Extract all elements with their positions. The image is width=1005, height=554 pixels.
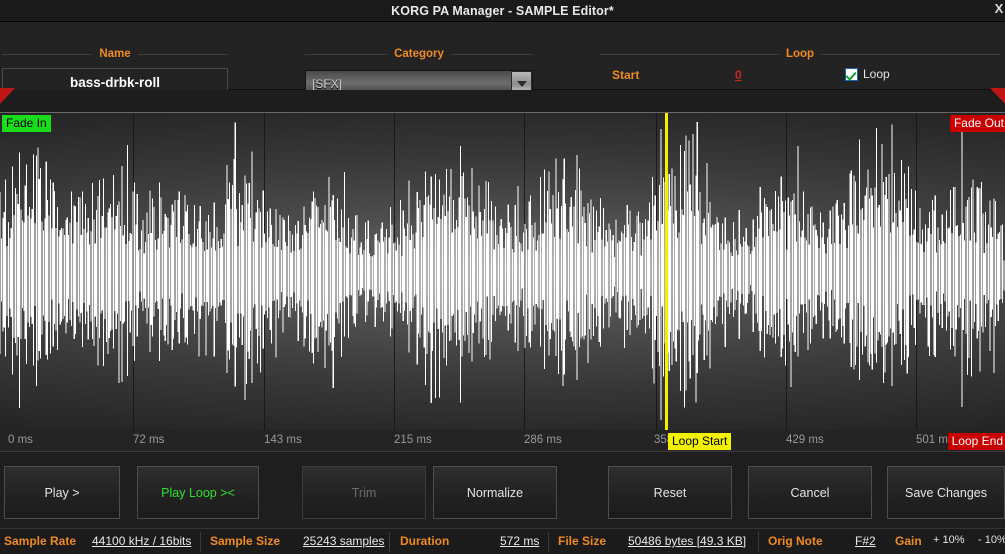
header-panel: Name bass-drbk-roll Category [SFX] Loop … <box>0 22 1005 108</box>
status-bar: Sample Rate 44100 kHz / 16bits Sample Si… <box>0 528 1005 554</box>
sample-name-value: bass-drbk-roll <box>69 74 161 90</box>
sample-size-value[interactable]: 25243 samples <box>303 534 384 548</box>
duration-value[interactable]: 572 ms <box>500 534 539 548</box>
window-title: KORG PA Manager - SAMPLE Editor* <box>391 3 614 18</box>
gain-decrease-button[interactable]: - 10% <box>978 534 1005 546</box>
time-axis-tick: 429 ms <box>786 434 824 446</box>
loop-start-marker-label[interactable]: Loop Start <box>668 433 732 450</box>
status-divider <box>389 532 390 552</box>
fade-in-handle-icon[interactable] <box>0 88 15 106</box>
orig-note-value[interactable]: F#2 <box>855 534 876 548</box>
time-axis-tick: 143 ms <box>264 434 302 446</box>
legend-divider-left <box>600 53 779 55</box>
loop-checkbox-label: Loop <box>863 67 890 81</box>
reset-button[interactable]: Reset <box>608 466 732 519</box>
time-axis-tick: 72 ms <box>133 434 165 446</box>
action-button-row: Play > Play Loop >< Trim Normalize Reset Canc… <box>0 462 1005 524</box>
status-divider <box>758 532 759 552</box>
status-divider <box>548 532 549 552</box>
gain-increase-button[interactable]: + 10% <box>933 534 965 546</box>
gain-label: Gain <box>895 534 922 548</box>
legend-divider-left <box>305 53 388 55</box>
legend-divider-right <box>137 53 229 55</box>
close-icon[interactable]: X <box>991 1 1005 16</box>
legend-divider-right <box>821 53 1001 55</box>
chevron-down-glyph <box>516 81 527 87</box>
orig-note-label: Orig Note <box>768 534 823 548</box>
loop-end-marker-label[interactable]: Loop End <box>947 433 1005 450</box>
start-label: Start <box>612 68 640 82</box>
play-button[interactable]: Play > <box>4 466 120 519</box>
fade-out-handle-icon[interactable] <box>990 88 1005 106</box>
loop-group-legend: Loop <box>600 48 1001 60</box>
save-changes-button[interactable]: Save Changes <box>887 466 1005 519</box>
category-value: [SFX] <box>312 77 343 91</box>
file-size-label: File Size <box>558 534 607 548</box>
file-size-value[interactable]: 50486 bytes [49.3 KB] <box>628 534 746 548</box>
category-group-label: Category <box>394 48 444 60</box>
sample-editor-window: KORG PA Manager - SAMPLE Editor* X Name … <box>0 0 1005 554</box>
name-group-label: Name <box>99 48 131 60</box>
sample-rate-value[interactable]: 44100 kHz / 16bits <box>92 534 191 548</box>
normalize-button[interactable]: Normalize <box>433 466 557 519</box>
name-group-legend: Name <box>2 48 229 60</box>
fade-out-label[interactable]: Fade Out <box>949 115 1005 132</box>
legend-divider-left <box>2 53 93 55</box>
category-group-legend: Category <box>305 48 534 60</box>
waveform-plot <box>0 121 1005 423</box>
play-loop-button[interactable]: Play Loop >< <box>137 466 259 519</box>
marker-strip <box>0 88 1005 112</box>
title-bar: KORG PA Manager - SAMPLE Editor* X <box>0 0 1005 22</box>
waveform-canvas[interactable]: Fade In Fade Out <box>0 112 1005 430</box>
sample-size-label: Sample Size <box>210 534 281 548</box>
checkbox-checked-icon[interactable] <box>845 67 858 81</box>
time-axis-tick: 0 ms <box>8 434 33 446</box>
legend-divider-right <box>450 53 534 55</box>
time-axis: Loop Start Loop End 0 ms 72 ms 143 ms 215 m… <box>0 430 1005 452</box>
fade-in-label[interactable]: Fade In <box>2 115 51 132</box>
loop-start-line[interactable] <box>665 113 668 430</box>
loop-group-label: Loop <box>785 48 815 60</box>
time-axis-tick: 215 ms <box>394 434 432 446</box>
duration-label: Duration <box>400 534 450 548</box>
start-value[interactable]: 0 <box>735 68 742 82</box>
loop-toggle[interactable]: Loop <box>845 67 890 81</box>
time-axis-tick: 286 ms <box>524 434 562 446</box>
waveform-section: Fade In Fade Out Loop Start Loop End 0 m… <box>0 88 1005 452</box>
sample-rate-label: Sample Rate <box>4 534 77 548</box>
trim-button: Trim <box>302 466 426 519</box>
status-divider <box>200 532 201 552</box>
cancel-button[interactable]: Cancel <box>748 466 872 519</box>
